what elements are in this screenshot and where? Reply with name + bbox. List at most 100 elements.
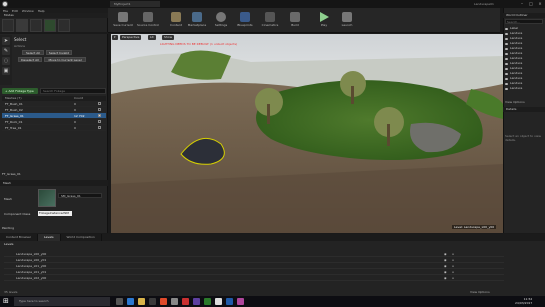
menu-edit[interactable]: Edit [12,9,18,13]
close-icon[interactable]: × [536,1,544,6]
menu-help[interactable]: Help [38,9,45,13]
system-clock[interactable]: 11:52 24/03/2017 [515,297,532,305]
paint-tool-icon[interactable]: ✎ [2,47,10,55]
level-viewport[interactable] [111,34,503,233]
fill-tool-icon[interactable]: ▣ [2,67,10,75]
eye-icon[interactable]: ◉ [444,275,452,280]
add-foliage-type-button[interactable]: + Add Foliage Type [2,88,38,94]
tab-content-browser[interactable]: Content Browser [0,234,39,241]
lock-icon[interactable]: ▫ [452,275,460,280]
settings-button[interactable]: Settings [210,10,232,32]
checkbox[interactable] [98,120,101,123]
unreal-taskbar-icon[interactable] [215,298,222,305]
save-current-button[interactable]: Save Current [112,10,134,32]
actions-label: Actions [14,44,25,48]
outliner-view-options[interactable]: View Options [505,100,525,104]
deselect-all-button[interactable]: Deselect All [18,57,42,62]
menu-file[interactable]: File [3,9,8,13]
play-button[interactable]: Play [313,10,335,32]
level-row[interactable]: Landscape_x02_y00 ◉ ▫ [4,275,504,281]
minimize-icon[interactable]: – [518,1,526,6]
levels-view-options[interactable]: View Options [470,290,490,294]
eye-icon[interactable]: ◉ [444,251,452,256]
mesh-section-header[interactable]: Mesh [0,180,108,186]
geometry-mode-icon[interactable] [58,19,70,32]
show-button[interactable]: Show [162,35,175,40]
eye-icon[interactable] [505,67,508,70]
app-icon[interactable] [182,298,189,305]
perspective-button[interactable]: Perspective [120,35,142,40]
mesh-thumbnail[interactable] [38,189,56,207]
eye-icon[interactable] [505,42,508,45]
task-view-icon[interactable] [116,298,123,305]
checkbox[interactable] [98,126,101,129]
select-invalid-button[interactable]: Select Invalid [46,50,72,55]
app-icon[interactable] [204,298,211,305]
eye-icon[interactable] [505,82,508,85]
viewport-options-button[interactable]: ▾ [112,35,118,40]
menu-window[interactable]: Window [22,9,34,13]
launch-button[interactable]: Launch [336,10,358,32]
foliage-mode-icon[interactable] [44,19,56,32]
levels-title[interactable]: Levels [4,242,13,246]
eye-icon[interactable]: ◉ [444,257,452,262]
store-icon[interactable] [149,298,156,305]
select-all-button[interactable]: Select All [22,50,44,55]
eye-icon[interactable] [505,77,508,80]
app-icon[interactable] [193,298,200,305]
lasso-tool-icon[interactable]: ◌ [2,57,10,65]
lock-icon[interactable]: ▫ [452,269,460,274]
checkbox[interactable] [98,108,101,111]
eye-icon[interactable] [505,57,508,60]
foliage-row[interactable]: FT_Tree_01 0 [2,125,106,131]
taskbar-search-input[interactable]: Type here to search [14,297,110,306]
modes-tab[interactable]: Modes [0,13,108,18]
eye-icon[interactable] [505,27,508,30]
foliage-search-input[interactable]: Search Foliage [40,88,106,94]
select-tool-icon[interactable]: ➤ [2,37,10,45]
build-button[interactable]: Build [284,10,306,32]
painting-section-header[interactable]: Painting [2,226,14,230]
source-control-button[interactable]: Source Control [137,10,159,32]
details-tab[interactable]: Details [503,107,545,112]
checkbox[interactable] [98,102,101,105]
landscape-mode-icon[interactable] [30,19,42,32]
eye-icon[interactable] [505,62,508,65]
eye-icon[interactable] [505,37,508,40]
explorer-icon[interactable] [138,298,145,305]
place-mode-icon[interactable] [2,19,14,32]
eye-icon[interactable]: ◉ [444,263,452,268]
lock-icon[interactable]: ▫ [452,251,460,256]
cinematics-button[interactable]: Cinematics [259,10,281,32]
world-outliner-tab[interactable]: World Outliner [503,13,545,18]
eye-icon[interactable] [505,72,508,75]
checkbox[interactable] [98,114,101,117]
lit-button[interactable]: Lit [148,35,156,40]
content-button[interactable]: Content [165,10,187,32]
app-icon[interactable] [171,298,178,305]
lock-icon[interactable]: ▫ [452,257,460,262]
tab-levels[interactable]: Levels [38,234,61,241]
component-class-dropdown[interactable]: FoliageInstancedSM [38,211,72,216]
app-icon[interactable] [160,298,167,305]
mesh-picker[interactable]: SM_Grass_01 [58,193,102,198]
eye-icon[interactable] [505,52,508,55]
eye-icon[interactable]: ◉ [444,269,452,274]
edge-icon[interactable] [127,298,134,305]
app-icon[interactable] [237,298,244,305]
tab-world-composition[interactable]: World Composition [61,234,102,241]
lock-icon[interactable]: ▫ [452,263,460,268]
marketplace-button[interactable]: Marketplace [186,10,208,32]
maximize-icon[interactable]: □ [527,1,535,6]
project-tab[interactable]: MyProject1 [110,1,160,7]
outliner-item[interactable]: Landsca [505,86,543,91]
eye-icon[interactable] [505,47,508,50]
eye-icon[interactable] [505,87,508,90]
app-icon[interactable] [226,298,233,305]
eye-icon[interactable] [505,32,508,35]
outliner-search-input[interactable]: Search... [505,19,543,24]
move-to-current-level-button[interactable]: Move to Current Level [44,57,86,62]
blueprints-button[interactable]: Blueprints [234,10,256,32]
windows-start-icon[interactable]: ⊞ [3,297,11,305]
paint-mode-icon[interactable] [16,19,28,32]
